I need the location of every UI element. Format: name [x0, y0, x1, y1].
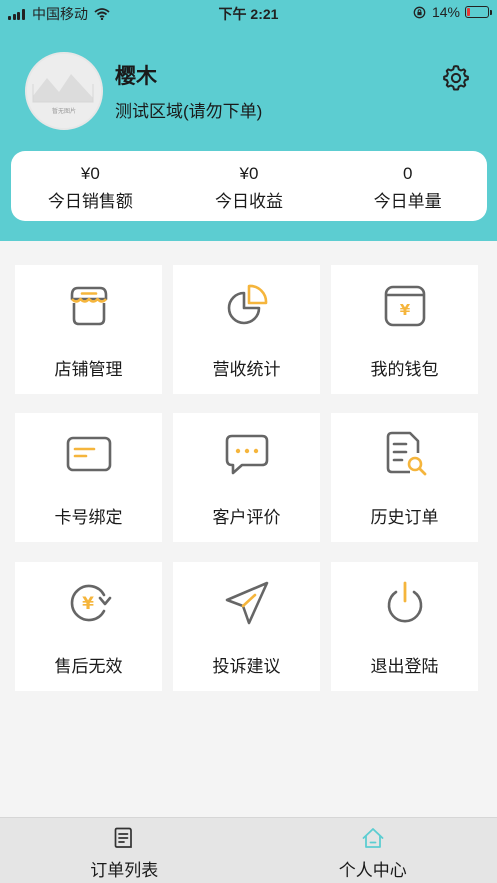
avatar-caption: 暂无图片 [51, 109, 76, 115]
power-icon [387, 581, 423, 623]
menu-customer-reviews[interactable]: 客户评价 [173, 413, 320, 542]
stat-label: 今日单量 [373, 192, 442, 211]
stat-label: 今日收益 [215, 192, 283, 211]
bottom-tab-bar: 订单列表 个人中心 [0, 817, 497, 883]
svg-text:¥: ¥ [82, 594, 94, 614]
battery-icon [465, 6, 492, 18]
menu-label: 投诉建议 [212, 657, 281, 676]
menu-grid: 店铺管理 营收统计 ¥ 我的钱包 卡号绑定 客户评价 历史订单 ¥ 售后无效 投… [15, 265, 484, 691]
menu-label: 客户评价 [212, 508, 281, 527]
menu-after-sales-invalid[interactable]: ¥ 售后无效 [15, 562, 162, 691]
battery-percent: 14% [431, 4, 460, 20]
menu-card-binding[interactable]: 卡号绑定 [15, 413, 162, 542]
status-bar: 中国移动 下午 2:21 14% [0, 0, 497, 26]
stat-orders: 0 今日单量 [328, 151, 487, 221]
tab-personal-center[interactable]: 个人中心 [249, 818, 497, 883]
wallet-icon: ¥ [384, 285, 426, 327]
home-icon [362, 828, 384, 848]
menu-label: 历史订单 [370, 508, 439, 527]
avatar[interactable]: 暂无图片 [25, 52, 103, 130]
stat-label: 今日销售额 [47, 192, 133, 211]
menu-label: 营收统计 [212, 360, 281, 379]
menu-store-management[interactable]: 店铺管理 [15, 265, 162, 394]
tab-label: 个人中心 [338, 861, 407, 880]
stats-card: ¥0 今日销售额 ¥0 今日收益 0 今日单量 [11, 151, 487, 221]
menu-order-history[interactable]: 历史订单 [331, 413, 478, 542]
menu-label: 我的钱包 [370, 360, 439, 379]
menu-logout[interactable]: 退出登陆 [331, 562, 478, 691]
chat-bubble-icon [225, 434, 269, 475]
svg-text:¥: ¥ [400, 301, 411, 319]
paper-plane-icon [225, 581, 269, 625]
document-search-icon [386, 431, 427, 476]
tab-order-list[interactable]: 订单列表 [0, 818, 249, 883]
user-name: 樱木 [115, 65, 157, 88]
stat-value: ¥0 [239, 164, 259, 183]
image-placeholder-icon [27, 54, 101, 128]
menu-label: 售后无效 [54, 657, 123, 676]
menu-revenue-stats[interactable]: 营收统计 [173, 265, 320, 394]
stat-income: ¥0 今日收益 [170, 151, 329, 221]
refund-icon: ¥ [70, 584, 112, 622]
rotation-lock-icon [413, 6, 426, 18]
menu-label: 卡号绑定 [54, 508, 123, 527]
bank-card-icon [66, 436, 112, 472]
user-region: 测试区域(请勿下单) [115, 102, 263, 121]
menu-label: 退出登陆 [370, 657, 439, 676]
pie-chart-icon [227, 284, 268, 325]
stat-value: ¥0 [80, 164, 100, 183]
stat-value: 0 [402, 164, 413, 183]
menu-my-wallet[interactable]: ¥ 我的钱包 [331, 265, 478, 394]
gear-icon[interactable] [441, 63, 471, 93]
menu-complaints-suggestions[interactable]: 投诉建议 [173, 562, 320, 691]
menu-label: 店铺管理 [54, 360, 123, 379]
store-icon [70, 286, 108, 326]
stat-sales: ¥0 今日销售额 [11, 151, 170, 221]
tab-label: 订单列表 [90, 861, 159, 880]
order-list-icon [114, 827, 133, 848]
